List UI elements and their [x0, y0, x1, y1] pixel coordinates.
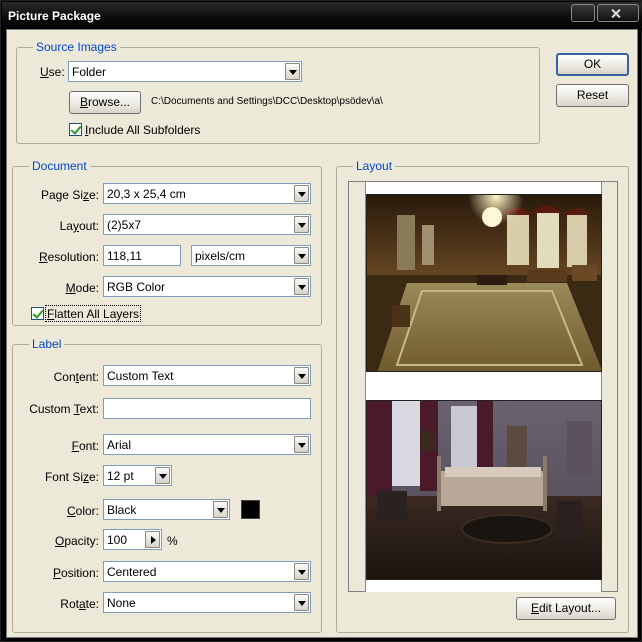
layout-legend: Layout	[356, 159, 393, 173]
position-select[interactable]: Centered	[103, 561, 311, 582]
close-button[interactable]	[597, 4, 639, 22]
include-subfolders-label: Include All Subfolders	[85, 123, 201, 137]
layout-value: (2)5x7	[107, 218, 142, 232]
opacity-label: Opacity:	[54, 534, 99, 548]
resolution-value: 118,11	[107, 249, 142, 263]
opacity-stepper[interactable]: 100	[103, 529, 162, 550]
mode-label: Mode:	[65, 281, 99, 295]
chevron-right-icon[interactable]	[145, 531, 160, 548]
help-button[interactable]	[571, 4, 595, 22]
font-size-value: 12 pt	[107, 469, 134, 483]
chevron-down-icon	[155, 467, 170, 484]
custom-text-input[interactable]	[103, 398, 311, 419]
document-legend: Document	[32, 159, 87, 173]
window-title: Picture Package	[8, 9, 101, 23]
bedroom-photo[interactable]	[366, 400, 602, 580]
color-value: Black	[107, 503, 137, 517]
dialog-body: Source Images Use: Folder Browse... C:\D…	[6, 29, 638, 638]
chevron-down-icon	[294, 367, 309, 384]
chevron-down-icon	[294, 563, 309, 580]
color-label: Color:	[66, 504, 99, 518]
chevron-down-icon	[213, 501, 228, 518]
chevron-down-icon	[294, 185, 309, 202]
chevron-down-icon	[294, 278, 309, 295]
chevron-down-icon	[294, 436, 309, 453]
picture-package-dialog: Picture Package Source Images Use: Folde…	[0, 0, 642, 642]
opacity-value: 100	[107, 533, 128, 547]
position-label: Position:	[52, 566, 99, 580]
content-label: Content:	[53, 370, 99, 384]
layout-label: Layout:	[59, 219, 99, 233]
page-size-value: 20,3 x 25,4 cm	[107, 187, 186, 201]
edit-layout-button[interactable]: Edit Layout...	[516, 597, 616, 620]
layout-select[interactable]: (2)5x7	[103, 214, 311, 235]
page-size-label: Page Size:	[40, 188, 99, 202]
chevron-down-icon	[294, 216, 309, 233]
color-select[interactable]: Black	[103, 499, 230, 520]
position-value: Centered	[107, 565, 157, 579]
font-value: Arial	[107, 438, 132, 452]
chevron-down-icon	[294, 247, 309, 264]
use-select[interactable]: Folder	[68, 61, 302, 82]
chevron-down-icon	[294, 594, 309, 611]
content-value: Custom Text	[107, 369, 174, 383]
label-legend: Label	[32, 337, 62, 351]
resolution-input[interactable]: 118,11	[103, 245, 181, 266]
font-label: Font:	[71, 439, 99, 453]
font-select[interactable]: Arial	[103, 434, 311, 455]
resolution-unit-value: pixels/cm	[195, 249, 246, 263]
chevron-down-icon	[285, 63, 300, 80]
opacity-unit: %	[167, 534, 178, 548]
source-path: C:\Documents and Settings\DCC\Desktop\ps…	[151, 96, 383, 107]
flatten-layers-label: Flatten All Layers	[47, 307, 140, 321]
use-select-value: Folder	[72, 65, 107, 79]
palace-hall-image	[367, 195, 601, 371]
font-size-label: Font Size:	[44, 470, 99, 484]
browse-button[interactable]: Browse...	[69, 91, 141, 114]
title-bar: Picture Package	[2, 2, 642, 30]
flatten-layers-checkbox[interactable]	[31, 307, 44, 320]
custom-text-label: Custom Text:	[29, 402, 99, 416]
mode-value: RGB Color	[107, 280, 166, 294]
color-swatch[interactable]	[241, 500, 260, 519]
rotate-select[interactable]: None	[103, 592, 311, 613]
reset-button[interactable]: Reset	[556, 84, 629, 107]
bedroom-image	[367, 401, 601, 579]
mode-select[interactable]: RGB Color	[103, 276, 311, 297]
source-images-legend: Source Images	[36, 40, 117, 54]
page-size-select[interactable]: 20,3 x 25,4 cm	[103, 183, 311, 204]
rotate-value: None	[107, 596, 136, 610]
layout-preview	[348, 181, 618, 592]
include-subfolders-checkbox[interactable]	[69, 123, 82, 136]
resolution-label: Resolution:	[38, 250, 99, 264]
use-label: Use:	[40, 65, 65, 79]
content-select[interactable]: Custom Text	[103, 365, 311, 386]
resolution-unit-select[interactable]: pixels/cm	[191, 245, 311, 266]
rotate-label: Rotate:	[60, 597, 99, 611]
font-size-select[interactable]: 12 pt	[103, 465, 172, 486]
palace-hall-photo[interactable]	[366, 194, 602, 372]
ok-button[interactable]: OK	[556, 53, 629, 76]
